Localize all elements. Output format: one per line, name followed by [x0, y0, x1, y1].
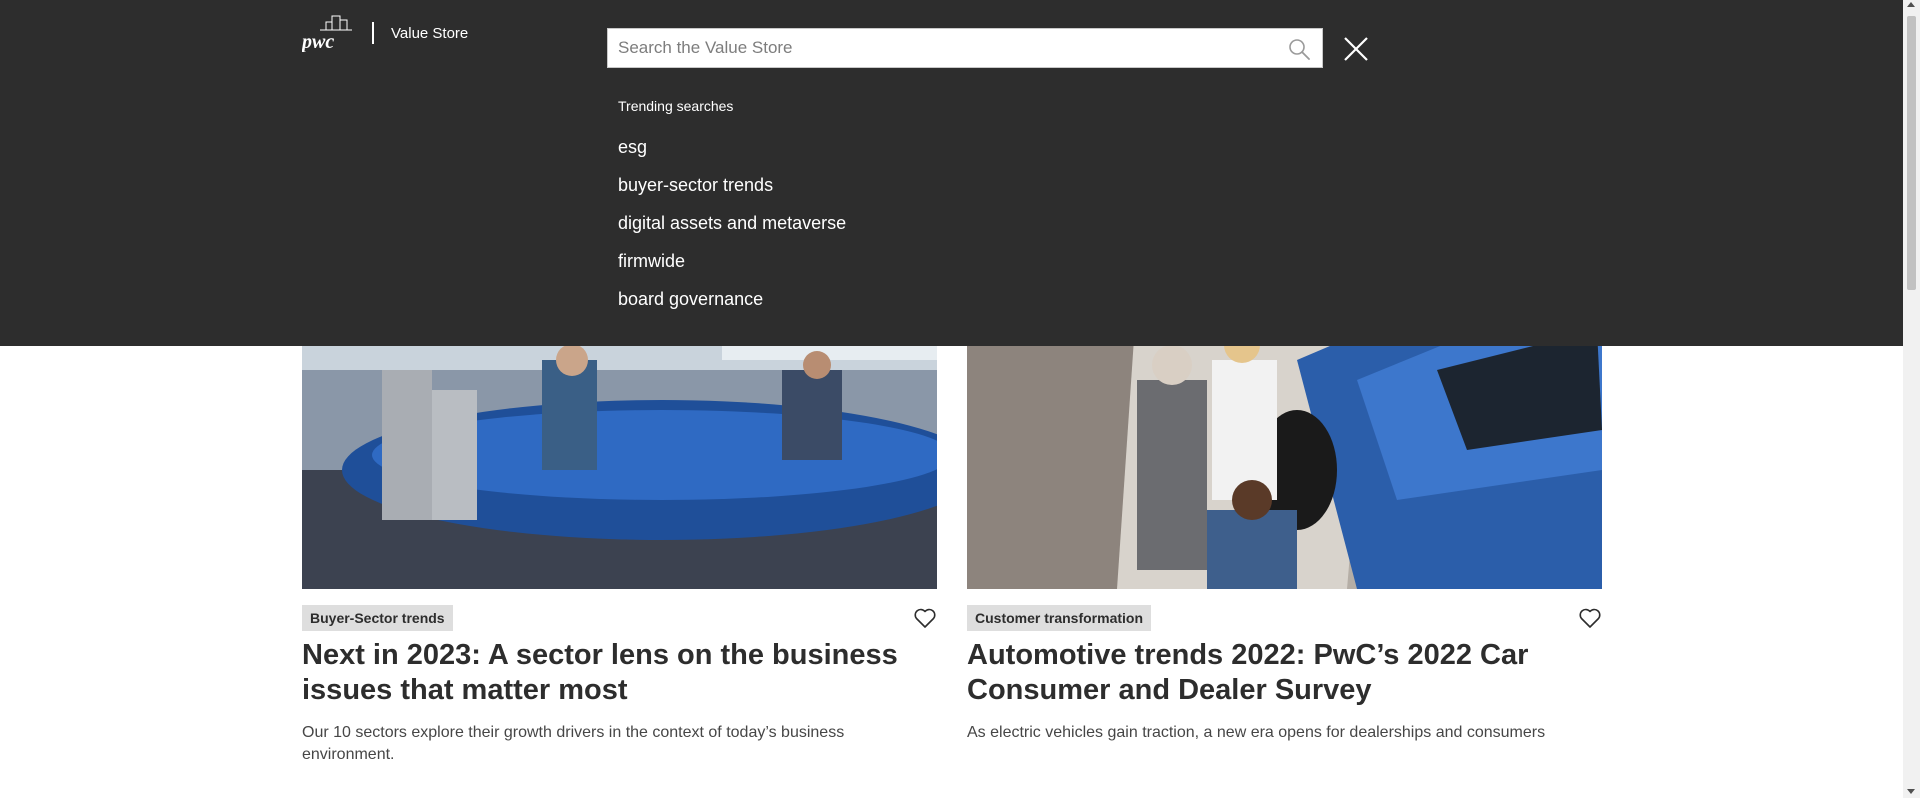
vertical-scrollbar[interactable]: [1903, 0, 1920, 798]
scroll-down-arrow-icon[interactable]: [1907, 789, 1915, 794]
category-tag[interactable]: Customer transformation: [967, 605, 1152, 631]
article-title[interactable]: Automotive trends 2022: PwC’s 2022 Car C…: [967, 638, 1602, 708]
category-tag[interactable]: Buyer-Sector trends: [302, 605, 453, 631]
search-box[interactable]: [607, 28, 1323, 68]
article-title[interactable]: Next in 2023: A sector lens on the busin…: [302, 638, 937, 708]
trending-item[interactable]: digital assets and metaverse: [618, 210, 846, 248]
article-description: Our 10 sectors explore their growth driv…: [302, 724, 845, 763]
trending-item[interactable]: board governance: [618, 286, 846, 324]
logo-divider: [372, 22, 374, 44]
article-description: As electric vehicles gain traction, a ne…: [967, 724, 1546, 741]
trending-searches-list: esg buyer-sector trends digital assets a…: [618, 134, 846, 324]
trending-searches-title: Trending searches: [618, 98, 734, 114]
close-icon[interactable]: [1343, 36, 1369, 62]
heart-icon[interactable]: [1578, 606, 1602, 630]
search-overlay: pwc Value Store Trending searches esg bu…: [0, 0, 1903, 346]
search-input[interactable]: [618, 29, 1268, 67]
heart-icon[interactable]: [913, 606, 937, 630]
trending-item[interactable]: firmwide: [618, 248, 846, 286]
search-icon[interactable]: [1288, 38, 1310, 60]
trending-item[interactable]: buyer-sector trends: [618, 172, 846, 210]
logo-text: pwc: [302, 31, 334, 52]
store-name[interactable]: Value Store: [391, 25, 468, 42]
pwc-logo[interactable]: pwc: [302, 14, 354, 52]
trending-item[interactable]: esg: [618, 134, 846, 172]
scroll-up-arrow-icon[interactable]: [1907, 2, 1915, 7]
scrollbar-thumb[interactable]: [1907, 16, 1916, 290]
